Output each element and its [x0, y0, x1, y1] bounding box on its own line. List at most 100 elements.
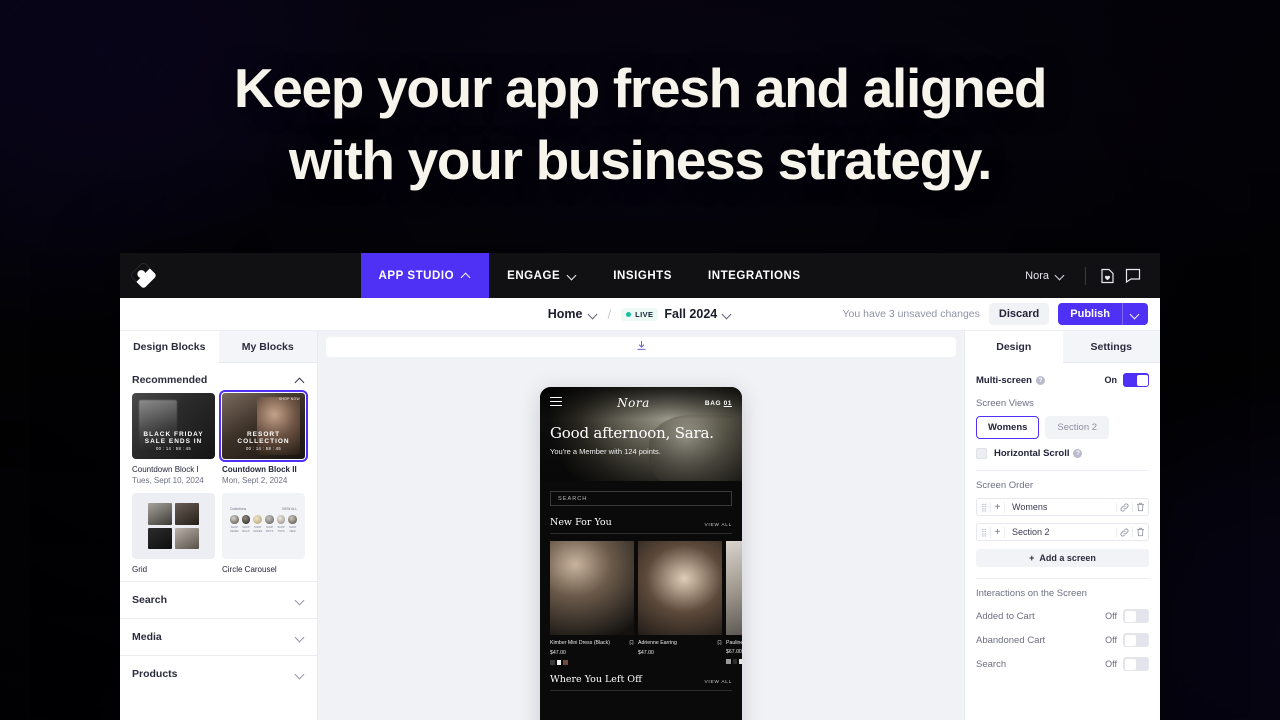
carousel-link: VIEW ALL — [281, 507, 297, 511]
interaction-toggle[interactable] — [1123, 633, 1149, 647]
horizontal-scroll-text: Horizontal Scroll — [994, 448, 1070, 459]
chevron-down-icon — [723, 310, 732, 319]
block-card-countdown-1[interactable]: BLACK FRIDAY SALE ENDS IN 00 : 14 : 58 :… — [132, 393, 215, 486]
favorites-icon[interactable] — [1094, 263, 1120, 289]
bag-button[interactable]: BAG 01 — [705, 400, 732, 407]
interaction-toggle[interactable] — [1123, 609, 1149, 623]
swatch[interactable] — [556, 660, 561, 665]
screen-order-label: Screen Order — [976, 480, 1034, 491]
swatch[interactable] — [550, 660, 555, 665]
help-icon[interactable]: ? — [1073, 449, 1083, 458]
accordion-media[interactable]: Media — [120, 618, 317, 655]
add-screen-button[interactable]: + Add a screen — [976, 549, 1149, 567]
grid-cell — [148, 503, 172, 525]
breadcrumb-home[interactable]: Home — [548, 307, 598, 321]
accordion-search-label: Search — [132, 594, 168, 606]
swatch[interactable] — [739, 659, 742, 664]
multi-screen-state: On — [1104, 375, 1118, 385]
phone-preview[interactable]: Nora BAG 01 Good afternoon, Sara. You're… — [540, 387, 742, 720]
multi-screen-toggle[interactable] — [1123, 373, 1149, 387]
carousel-row: SHOP DENIM SHOP BAGS SHOP SHOES SHOP KNI… — [230, 515, 297, 534]
publish-button[interactable]: Publish — [1058, 303, 1122, 325]
interaction-toggle-wrap: Off — [1105, 609, 1149, 623]
canvas-stage: Nora BAG 01 Good afternoon, Sara. You're… — [318, 357, 964, 720]
accordion-products[interactable]: Products — [120, 655, 317, 692]
view-all-link[interactable]: VIEW ALL — [705, 680, 732, 685]
block-date: Tues, Sept 10, 2024 — [132, 476, 204, 485]
link-icon[interactable] — [1116, 502, 1132, 512]
add-icon[interactable]: + — [990, 526, 1005, 538]
accordion-search[interactable]: Search — [120, 581, 317, 618]
phone-search-field[interactable]: SEARCH — [550, 491, 732, 506]
product-name-row: Adrienne Earring — [638, 640, 722, 648]
screen-view-chip-womens[interactable]: Womens — [976, 416, 1040, 439]
interaction-toggle[interactable] — [1123, 657, 1149, 671]
block-card-grid[interactable]: Grid — [132, 493, 215, 575]
swatch[interactable] — [563, 660, 568, 665]
delete-icon[interactable] — [1132, 527, 1148, 537]
interaction-label: Abandoned Cart — [976, 634, 1046, 646]
block-card-countdown-2[interactable]: SHOP NOW RESORT COLLECTION 00 : 14 : 58 … — [219, 390, 308, 486]
grid-cell — [148, 527, 172, 549]
screen-order-row-womens[interactable]: ⣿ + Womens — [976, 498, 1149, 516]
link-icon[interactable] — [1116, 527, 1132, 537]
block-date: Mon, Sept 2, 2024 — [222, 476, 288, 485]
canvas-toolbar — [326, 337, 956, 357]
block-thumbnail: Collections VIEW ALL SHOP DENIM SHOP BAG… — [222, 493, 305, 559]
horizontal-scroll-row: Horizontal Scroll ? — [976, 448, 1149, 459]
nav-item-app-studio[interactable]: APP STUDIO — [360, 253, 490, 298]
tab-design[interactable]: Design — [965, 331, 1063, 363]
publish-button-group: Publish — [1058, 303, 1148, 325]
horizontal-scroll-checkbox[interactable] — [976, 448, 987, 459]
product-name: Pauline Blouse (Grey) — [726, 640, 742, 646]
interaction-row-added-to-cart: Added to Cart Off — [976, 609, 1149, 623]
nav-item-integrations-label: INTEGRATIONS — [707, 269, 801, 282]
tab-settings[interactable]: Settings — [1062, 331, 1160, 363]
product-card[interactable]: Adrienne Earring $47.00 — [638, 541, 722, 665]
tab-design-blocks[interactable]: Design Blocks — [120, 331, 219, 363]
wishlist-icon[interactable] — [629, 640, 634, 648]
interaction-toggle-wrap: Off — [1105, 657, 1149, 671]
recommended-section-header[interactable]: Recommended — [120, 363, 317, 393]
screen-order-row-section-2[interactable]: ⣿ + Section 2 — [976, 523, 1149, 541]
carousel-item: SHOP TOPS — [276, 515, 286, 534]
wishlist-icon[interactable] — [717, 640, 722, 648]
right-panel: Design Settings Multi-screen ? On Screen… — [964, 331, 1160, 720]
swatch[interactable] — [732, 659, 737, 664]
product-swatches — [726, 659, 742, 664]
download-icon[interactable] — [636, 338, 647, 356]
comments-icon[interactable] — [1120, 263, 1146, 289]
discard-button[interactable]: Discard — [988, 303, 1050, 325]
document-toolbar: Home / LIVE Fall 2024 You have 3 unsaved… — [120, 298, 1160, 331]
bag-count: 01 — [723, 399, 732, 407]
chevron-down-icon — [296, 596, 305, 605]
product-name-row: Kimber Mini Dress (Black) — [550, 640, 634, 648]
account-menu[interactable]: Nora — [1013, 270, 1077, 282]
drag-handle-icon[interactable]: ⣿ — [977, 502, 990, 512]
view-all-link[interactable]: VIEW ALL — [705, 523, 732, 528]
product-card[interactable]: Kimber Mini Dress (Black) $47.00 — [550, 541, 634, 665]
product-card[interactable]: Pauline Blouse (Grey) $67.00 — [726, 541, 742, 665]
add-icon[interactable]: + — [990, 501, 1005, 513]
block-card-circle-carousel[interactable]: Collections VIEW ALL SHOP DENIM SHOP BAG… — [222, 493, 305, 575]
nav-item-engage[interactable]: ENGAGE — [489, 253, 595, 298]
screen-view-chip-section-2[interactable]: Section 2 — [1045, 416, 1110, 439]
menu-icon[interactable] — [550, 397, 562, 409]
delete-icon[interactable] — [1132, 502, 1148, 512]
carousel-item-label: SHOP NEW — [289, 525, 297, 533]
app-window: APP STUDIO ENGAGE INSIGHTS INTEGRATIONS … — [120, 253, 1160, 720]
breadcrumb-season[interactable]: LIVE Fall 2024 — [621, 307, 732, 321]
carousel-item: SHOP KNITS — [265, 515, 274, 534]
phone-header: Nora BAG 01 — [540, 387, 742, 410]
nav-item-insights[interactable]: INSIGHTS — [595, 253, 690, 298]
tab-my-blocks[interactable]: My Blocks — [218, 331, 317, 363]
nav-item-integrations[interactable]: INTEGRATIONS — [690, 253, 819, 298]
help-icon[interactable]: ? — [1035, 375, 1045, 385]
drag-handle-icon[interactable]: ⣿ — [977, 527, 990, 537]
product-price: $67.00 — [726, 649, 742, 655]
carousel-item-label: SHOP DENIM — [230, 525, 239, 533]
app-logo[interactable] — [120, 253, 166, 298]
tab-settings-label: Settings — [1090, 340, 1132, 353]
swatch[interactable] — [726, 659, 731, 664]
publish-options-button[interactable] — [1122, 303, 1148, 325]
